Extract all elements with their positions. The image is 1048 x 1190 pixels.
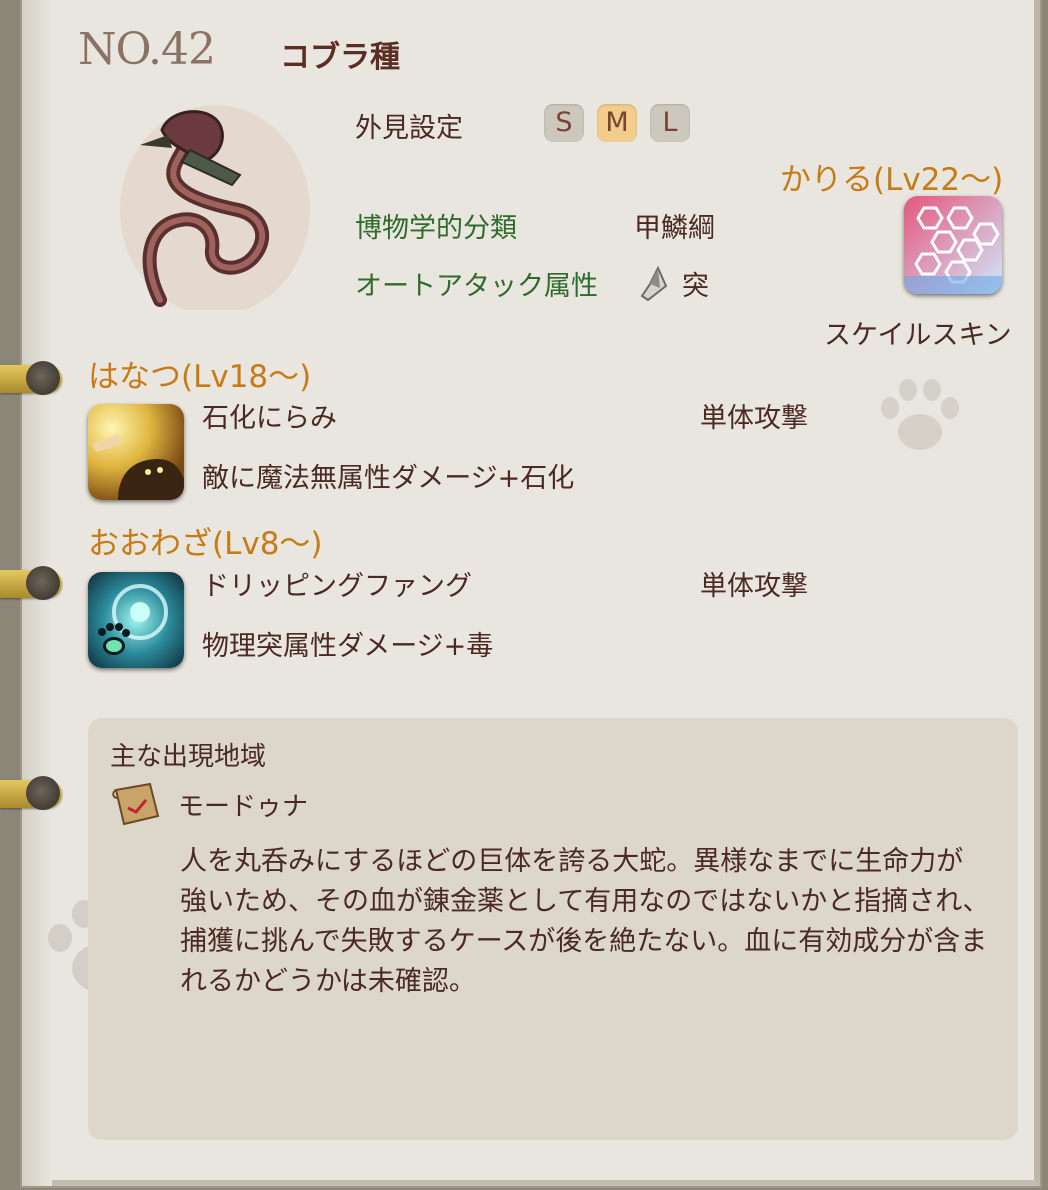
- binder-ring: [0, 776, 62, 810]
- size-l-button[interactable]: L: [650, 104, 690, 142]
- entry-name: コブラ種: [280, 40, 400, 75]
- skill-name-petrifying-glare: 石化にらみ: [202, 403, 337, 434]
- skill-type-single: 単体攻撃: [700, 571, 808, 602]
- petrifying-glare-icon[interactable]: [88, 404, 184, 500]
- habitat-label: 主な出現地域: [110, 742, 267, 772]
- autoattack-label: オートアタック属性: [355, 271, 598, 302]
- size-m-button[interactable]: M: [597, 104, 637, 142]
- habitat-region[interactable]: モードゥナ: [178, 786, 308, 823]
- skill-name-dripping-fang: ドリッピングファング: [202, 571, 472, 602]
- dripping-fang-icon[interactable]: [88, 572, 184, 668]
- cobra-illustration: [120, 105, 310, 310]
- skill-header-oowaza: おおわざ(Lv8～): [88, 526, 323, 562]
- karu-skill-name: スケイルスキン: [824, 320, 1012, 351]
- paw-print-icon: [881, 379, 959, 450]
- pierce-icon: [640, 266, 668, 302]
- binder-ring: [0, 361, 62, 395]
- appearance-label: 外見設定: [355, 113, 463, 144]
- scale-skin-icon[interactable]: [904, 196, 1002, 294]
- map-scroll-icon[interactable]: [110, 782, 162, 826]
- classification-label: 博物学的分類: [355, 213, 517, 244]
- skill-header-hanatsu: はなつ(Lv18～): [88, 359, 312, 395]
- skill-desc-dripping-fang: 物理突属性ダメージ+毒: [202, 631, 494, 662]
- autoattack-value: 突: [682, 271, 709, 302]
- habitat-description: 人を丸呑みにするほどの巨体を誇る大蛇。異様なまでに生命力が強いため、その血が錬金…: [180, 846, 990, 997]
- binder-ring: [0, 566, 62, 600]
- classification-value: 甲鱗綱: [634, 213, 715, 244]
- skill-desc-petrifying-glare: 敵に魔法無属性ダメージ+石化: [202, 463, 575, 494]
- skill-type-single: 単体攻撃: [700, 403, 808, 434]
- karu-header: かりる(Lv22～): [780, 162, 1004, 198]
- entry-number: NO.42: [78, 24, 216, 75]
- size-s-button[interactable]: S: [544, 104, 584, 142]
